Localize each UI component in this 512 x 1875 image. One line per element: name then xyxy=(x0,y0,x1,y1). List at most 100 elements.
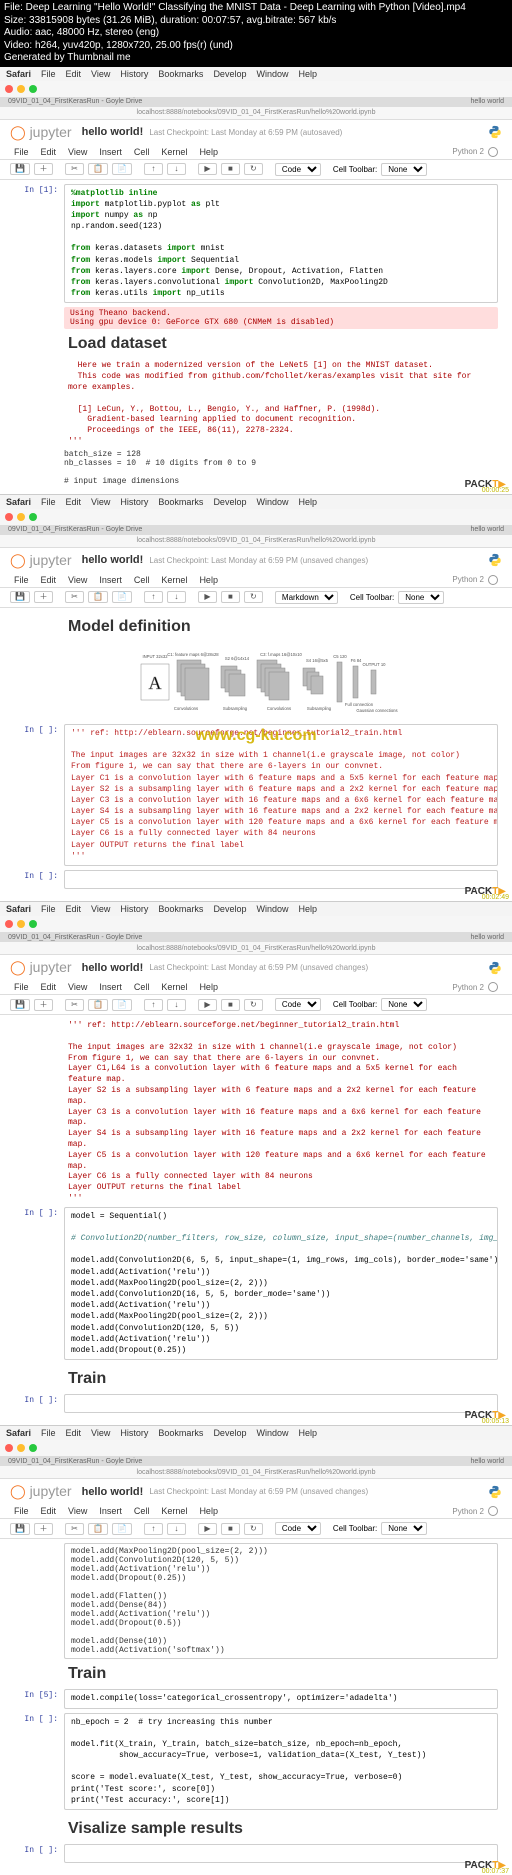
cut-icon[interactable]: ✂ xyxy=(65,591,84,603)
notebook-name[interactable]: hello world! xyxy=(82,126,144,138)
menu-window[interactable]: Window xyxy=(256,1428,288,1438)
browser-tab-left[interactable]: 09VID_01_04_FirstKerasRun - Goyle Drive xyxy=(8,934,142,941)
menu-file[interactable]: File xyxy=(41,69,56,79)
code-cell-train[interactable]: nb_epoch = 2 # try increasing this numbe… xyxy=(64,1713,498,1811)
save-icon[interactable]: 💾 xyxy=(10,1523,30,1535)
jp-menu-file[interactable]: File xyxy=(14,1506,29,1516)
celltype-select[interactable]: Code xyxy=(275,163,321,176)
jp-menu-view[interactable]: View xyxy=(68,1506,87,1516)
menu-edit[interactable]: Edit xyxy=(66,69,82,79)
move-up-icon[interactable]: ↑ xyxy=(144,591,163,603)
jp-menu-edit[interactable]: Edit xyxy=(41,575,57,585)
menu-help[interactable]: Help xyxy=(298,904,317,914)
move-down-icon[interactable]: ↓ xyxy=(167,1523,186,1535)
paste-icon[interactable]: 📄 xyxy=(112,591,132,603)
menu-edit[interactable]: Edit xyxy=(66,904,82,914)
move-down-icon[interactable]: ↓ xyxy=(167,163,186,175)
minimize-icon[interactable] xyxy=(17,513,25,521)
maximize-icon[interactable] xyxy=(29,920,37,928)
move-down-icon[interactable]: ↓ xyxy=(167,999,186,1011)
menu-bookmarks[interactable]: Bookmarks xyxy=(158,904,203,914)
address-bar[interactable]: localhost:8888/notebooks/09VID_01_04_Fir… xyxy=(137,1469,376,1476)
menu-window[interactable]: Window xyxy=(256,497,288,507)
jp-menu-file[interactable]: File xyxy=(14,982,29,992)
add-cell-icon[interactable]: ＋ xyxy=(34,999,53,1011)
jp-menu-kernel[interactable]: Kernel xyxy=(161,1506,187,1516)
close-icon[interactable] xyxy=(5,1444,13,1452)
save-icon[interactable]: 💾 xyxy=(10,591,30,603)
jp-menu-view[interactable]: View xyxy=(68,575,87,585)
celltype-select[interactable]: Markdown xyxy=(275,591,338,604)
stop-icon[interactable]: ■ xyxy=(221,591,240,603)
jp-menu-kernel[interactable]: Kernel xyxy=(161,982,187,992)
paste-icon[interactable]: 📄 xyxy=(112,999,132,1011)
menu-develop[interactable]: Develop xyxy=(213,1428,246,1438)
menu-view[interactable]: View xyxy=(91,1428,110,1438)
stop-icon[interactable]: ■ xyxy=(221,999,240,1011)
menu-edit[interactable]: Edit xyxy=(66,497,82,507)
add-cell-icon[interactable]: ＋ xyxy=(34,1523,53,1535)
browser-tab-left[interactable]: 09VID_01_04_FirstKerasRun - Goyle Drive xyxy=(8,1458,142,1465)
notebook-name[interactable]: hello world! xyxy=(82,962,144,974)
menu-view[interactable]: View xyxy=(91,904,110,914)
menu-view[interactable]: View xyxy=(91,497,110,507)
browser-tab-right[interactable]: hello world xyxy=(471,98,504,105)
menu-file[interactable]: File xyxy=(41,904,56,914)
menu-file[interactable]: File xyxy=(41,1428,56,1438)
code-cell-1[interactable]: %matplotlib inline import matplotlib.pyp… xyxy=(64,184,498,304)
jp-menu-edit[interactable]: Edit xyxy=(41,147,57,157)
menu-edit[interactable]: Edit xyxy=(66,1428,82,1438)
save-icon[interactable]: 💾 xyxy=(10,999,30,1011)
restart-icon[interactable]: ↻ xyxy=(244,591,263,603)
minimize-icon[interactable] xyxy=(17,920,25,928)
jp-menu-file[interactable]: File xyxy=(14,147,29,157)
jp-menu-insert[interactable]: Insert xyxy=(99,1506,122,1516)
jp-menu-cell[interactable]: Cell xyxy=(134,575,150,585)
jp-menu-insert[interactable]: Insert xyxy=(99,575,122,585)
copy-icon[interactable]: 📋 xyxy=(88,163,108,175)
jp-menu-insert[interactable]: Insert xyxy=(99,982,122,992)
browser-tab-left[interactable]: 09VID_01_04_FirstKerasRun - Goyle Drive xyxy=(8,98,142,105)
move-down-icon[interactable]: ↓ xyxy=(167,591,186,603)
jp-menu-kernel[interactable]: Kernel xyxy=(161,147,187,157)
maximize-icon[interactable] xyxy=(29,513,37,521)
menu-bookmarks[interactable]: Bookmarks xyxy=(158,69,203,79)
jp-menu-cell[interactable]: Cell xyxy=(134,147,150,157)
cell-toolbar-select[interactable]: None xyxy=(381,1522,427,1535)
jp-menu-help[interactable]: Help xyxy=(199,1506,218,1516)
move-up-icon[interactable]: ↑ xyxy=(144,1523,163,1535)
jp-menu-help[interactable]: Help xyxy=(199,147,218,157)
stop-icon[interactable]: ■ xyxy=(221,1523,240,1535)
address-bar[interactable]: localhost:8888/notebooks/09VID_01_04_Fir… xyxy=(137,537,376,544)
jp-menu-edit[interactable]: Edit xyxy=(41,982,57,992)
minimize-icon[interactable] xyxy=(17,85,25,93)
menu-file[interactable]: File xyxy=(41,497,56,507)
notebook-name[interactable]: hello world! xyxy=(82,554,144,566)
paste-icon[interactable]: 📄 xyxy=(112,163,132,175)
cut-icon[interactable]: ✂ xyxy=(65,999,84,1011)
copy-icon[interactable]: 📋 xyxy=(88,591,108,603)
jp-menu-edit[interactable]: Edit xyxy=(41,1506,57,1516)
cell-toolbar-select[interactable]: None xyxy=(398,591,444,604)
browser-tab-left[interactable]: 09VID_01_04_FirstKerasRun - Goyle Drive xyxy=(8,526,142,533)
restart-icon[interactable]: ↻ xyxy=(244,999,263,1011)
menu-help[interactable]: Help xyxy=(298,497,317,507)
cell-toolbar-select[interactable]: None xyxy=(381,163,427,176)
add-cell-icon[interactable]: ＋ xyxy=(34,591,53,603)
run-icon[interactable]: ▶ xyxy=(198,999,217,1011)
stop-icon[interactable]: ■ xyxy=(221,163,240,175)
jp-menu-file[interactable]: File xyxy=(14,575,29,585)
menu-history[interactable]: History xyxy=(120,1428,148,1438)
copy-icon[interactable]: 📋 xyxy=(88,1523,108,1535)
code-cell-ref[interactable]: ''' ref: http://eblearn.sourceforge.net/… xyxy=(64,724,498,866)
browser-tab-right[interactable]: hello world xyxy=(471,934,504,941)
code-cell-model[interactable]: model = Sequential() # Convolution2D(num… xyxy=(64,1207,498,1360)
browser-tab-right[interactable]: hello world xyxy=(471,1458,504,1465)
menu-bookmarks[interactable]: Bookmarks xyxy=(158,497,203,507)
restart-icon[interactable]: ↻ xyxy=(244,1523,263,1535)
menu-history[interactable]: History xyxy=(120,904,148,914)
move-up-icon[interactable]: ↑ xyxy=(144,999,163,1011)
menu-help[interactable]: Help xyxy=(298,1428,317,1438)
jp-menu-help[interactable]: Help xyxy=(199,575,218,585)
browser-tab-right[interactable]: hello world xyxy=(471,526,504,533)
